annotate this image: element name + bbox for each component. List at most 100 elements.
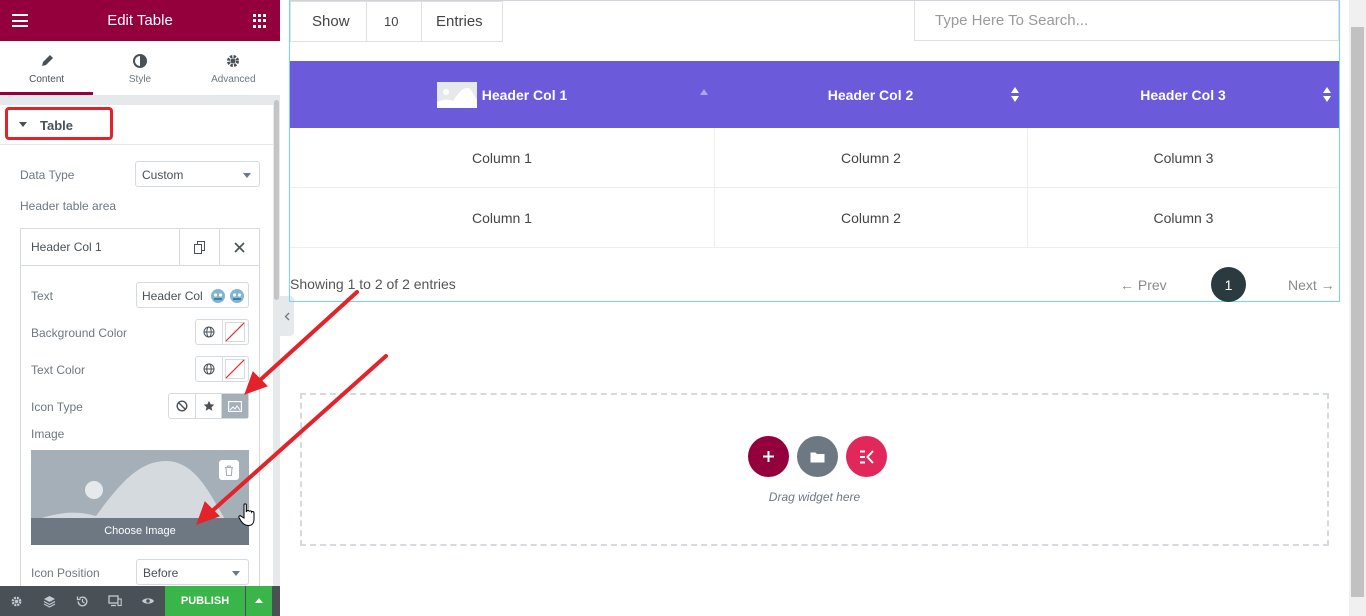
text-color-control — [195, 356, 249, 382]
sort-icon — [1011, 87, 1019, 103]
tab-content[interactable]: Content — [0, 41, 94, 95]
tab-style[interactable]: Style — [93, 41, 186, 95]
copy-icon — [193, 240, 205, 254]
page-scrollbar[interactable] — [1349, 0, 1366, 616]
publish-options-button[interactable] — [246, 586, 272, 616]
icon-position-row: Icon Position Before — [31, 559, 249, 585]
entries-count-select[interactable]: 10 — [366, 2, 422, 41]
navigator-button[interactable] — [41, 593, 57, 609]
header-col-3-label: Header Col 3 — [1140, 86, 1226, 103]
icon-type-row: Icon Type — [31, 393, 249, 419]
remove-button[interactable] — [219, 229, 259, 265]
tab-content-label: Content — [29, 74, 65, 85]
emoji-icon[interactable] — [209, 286, 227, 304]
text-row: Text Header Col — [31, 282, 249, 308]
delete-image-button[interactable] — [219, 460, 239, 480]
icon-position-label: Icon Position — [31, 566, 100, 580]
caret-down-icon — [19, 122, 27, 127]
preview-button[interactable] — [140, 593, 156, 609]
sort-icon — [1323, 87, 1331, 103]
next-page-button[interactable]: Next → — [1288, 277, 1335, 293]
color-swatch-button[interactable] — [221, 357, 249, 381]
header-image-icon — [436, 81, 477, 108]
chevron-down-icon — [232, 571, 240, 576]
arrow-right-icon: → — [1316, 277, 1335, 293]
prev-label: Prev — [1137, 277, 1167, 293]
data-table-widget[interactable]: Show 10 Entries Type Here To Search... H… — [289, 0, 1340, 302]
repeater-item-header[interactable]: Header Col 1 — [21, 229, 259, 266]
publish-button[interactable]: PUBLISH — [165, 586, 245, 616]
text-input[interactable]: Header Col — [136, 282, 249, 308]
repeater-item-title: Header Col 1 — [31, 240, 102, 254]
duplicate-button[interactable] — [179, 229, 219, 265]
color-swatch-button[interactable] — [221, 320, 249, 344]
folder-icon — [810, 452, 825, 462]
panel-scrollbar[interactable] — [273, 95, 280, 586]
chevron-down-icon — [243, 173, 251, 178]
empty-section-dropzone[interactable]: Drag widget here — [300, 393, 1329, 546]
icon-type-none[interactable] — [169, 394, 195, 418]
icon-type-choices — [168, 393, 249, 419]
table-cell: Column 1 — [472, 209, 532, 226]
entries-length-control: Show 10 Entries — [290, 1, 503, 42]
panel-title: Edit Table — [107, 12, 173, 29]
eye-icon — [142, 598, 154, 604]
panel-scrollbar-thumb[interactable] — [274, 100, 279, 300]
panel-collapse-handle[interactable] — [280, 296, 294, 336]
add-template-button[interactable] — [797, 436, 838, 477]
page-scrollbar-thumb[interactable] — [1351, 27, 1364, 597]
tab-advanced-label: Advanced — [211, 74, 256, 85]
global-colors-button[interactable] — [196, 357, 222, 381]
panel-footer: PUBLISH — [0, 586, 280, 616]
add-section-button[interactable] — [748, 436, 789, 477]
history-button[interactable] — [74, 593, 90, 609]
header-col-3[interactable]: Header Col 3 — [1027, 61, 1339, 128]
image-picker[interactable]: Choose Image — [31, 450, 249, 545]
icon-type-image[interactable] — [221, 394, 249, 418]
globe-icon — [203, 326, 215, 338]
header-col-2-label: Header Col 2 — [827, 86, 914, 103]
responsive-mode-button[interactable] — [107, 593, 123, 609]
table-header-row: Header Col 1 Header Col 2 Header Col 3 — [290, 61, 1339, 128]
data-type-row: Data Type Custom — [20, 161, 260, 187]
icon-position-select[interactable]: Before — [136, 559, 249, 585]
page-button-current[interactable]: 1 — [1211, 267, 1246, 302]
header-col-1[interactable]: Header Col 1 — [290, 61, 714, 128]
global-colors-button[interactable] — [196, 320, 222, 344]
table-row: Column 1 Column 2 Column 3 — [290, 128, 1339, 188]
layers-icon — [43, 595, 55, 608]
arrow-left-icon: ← — [1120, 277, 1138, 293]
icon-type-label: Icon Type — [31, 400, 83, 414]
tab-advanced[interactable]: Advanced — [187, 41, 280, 95]
table-info-text: Showing 1 to 2 of 2 entries — [290, 276, 456, 292]
close-icon — [234, 241, 245, 253]
plus-icon — [763, 451, 774, 462]
hand-cursor-icon — [238, 503, 255, 527]
header-area-label: Header table area — [20, 199, 117, 213]
text-input-value: Header Col — [142, 289, 203, 303]
background-color-label: Background Color — [31, 326, 128, 340]
header-col-2[interactable]: Header Col 2 — [714, 61, 1027, 128]
elementskit-library-button[interactable] — [846, 436, 887, 477]
tab-style-label: Style — [128, 74, 152, 85]
contrast-icon — [132, 54, 147, 68]
table-cell: Column 3 — [1027, 188, 1339, 247]
widgets-grid-icon[interactable] — [253, 14, 267, 28]
settings-button[interactable] — [8, 593, 24, 609]
chevron-left-icon — [284, 312, 290, 320]
gear-icon — [11, 596, 21, 606]
text-label: Text — [31, 289, 54, 303]
history-icon — [76, 595, 87, 606]
show-label: Show — [312, 13, 350, 30]
table-search-input[interactable]: Type Here To Search... — [914, 1, 1339, 41]
emoji-icon[interactable] — [228, 286, 246, 304]
table-cell: Column 3 — [1027, 128, 1339, 187]
header-area-row: Header table area — [20, 197, 260, 213]
entries-label: Entries — [436, 13, 483, 30]
choose-image-button[interactable]: Choose Image — [31, 518, 249, 545]
data-type-select[interactable]: Custom — [135, 161, 260, 187]
section-table-header[interactable]: Table — [0, 105, 273, 145]
prev-page-button[interactable]: ← Prev — [1120, 277, 1167, 293]
controls-area: Table Data Type Custom Header table area… — [0, 95, 273, 596]
icon-type-icon[interactable] — [194, 394, 222, 418]
